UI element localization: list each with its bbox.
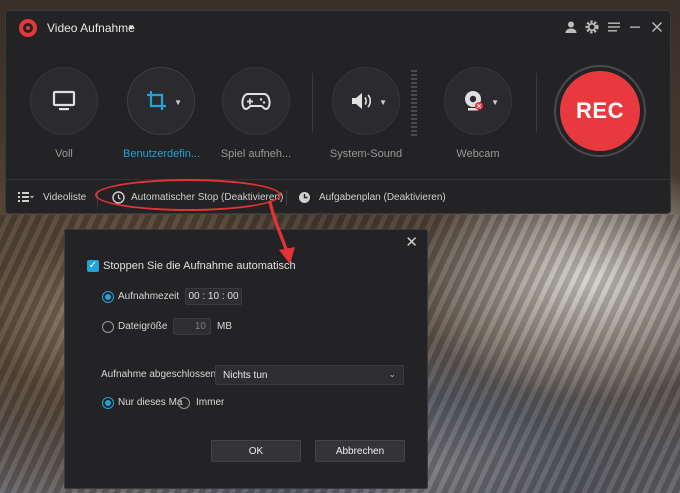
- finished-select[interactable]: Nichts tun ⌄: [215, 365, 404, 385]
- webcam-button[interactable]: ▼: [444, 67, 512, 135]
- menu-icon[interactable]: [606, 19, 622, 35]
- system-sound-label: System-Sound: [329, 148, 403, 160]
- webcam-label: Webcam: [456, 148, 500, 160]
- mode-custom-button[interactable]: ▼: [127, 67, 195, 135]
- mode-full[interactable]: Voll: [28, 67, 100, 160]
- auto-stop-checkbox[interactable]: ✓: [87, 260, 99, 272]
- duration-field[interactable]: 00 : 10 : 00: [185, 288, 242, 305]
- divider: [536, 73, 537, 133]
- once-radio[interactable]: [102, 397, 114, 409]
- filesize-unit: MB: [217, 321, 232, 332]
- chevron-down-icon[interactable]: ▼: [379, 98, 387, 107]
- mode-custom[interactable]: ▼ Benutzerdefin...: [123, 67, 201, 160]
- always-label[interactable]: Immer: [196, 397, 224, 408]
- check-icon: ✓: [88, 260, 98, 271]
- videolist-button[interactable]: Videoliste: [18, 191, 86, 203]
- filesize-radio[interactable]: [102, 321, 114, 333]
- cancel-button[interactable]: Abbrechen: [315, 440, 405, 462]
- mode-webcam[interactable]: ▼ Webcam: [440, 67, 516, 160]
- filesize-label[interactable]: Dateigröße: [118, 321, 167, 332]
- app-logo-icon: [19, 19, 37, 37]
- mode-game-label: Spiel aufneh...: [220, 148, 292, 160]
- mode-custom-label: Benutzerdefin...: [123, 148, 201, 160]
- autostop-dialog: ✕ ✓ Stoppen Sie die Aufnahme automatisch…: [64, 229, 428, 489]
- recorder-window: Video Aufnahme ▾ Voll ▼ Benutzerdefin...…: [5, 10, 671, 214]
- crop-icon: [147, 91, 166, 110]
- mode-system-sound[interactable]: ▼ System-Sound: [328, 67, 404, 160]
- videolist-label: Videoliste: [43, 191, 87, 203]
- duration-label[interactable]: Aufnahmezeit: [118, 291, 179, 302]
- divider: [286, 190, 287, 206]
- schedule-icon: [299, 192, 310, 203]
- monitor-icon: [52, 90, 76, 111]
- titlebar: Video Aufnahme ▾: [6, 11, 670, 45]
- finished-label: Aufnahme abgeschlossen: [101, 369, 217, 380]
- app-title[interactable]: Video Aufnahme: [47, 21, 135, 35]
- annotation-ellipse: [95, 179, 281, 211]
- webcam-icon: [465, 91, 483, 111]
- speaker-icon: [352, 93, 372, 109]
- chevron-down-icon[interactable]: ▼: [491, 98, 499, 107]
- schedule-button[interactable]: Aufgabenplan (Deaktivieren): [298, 191, 446, 204]
- mode-full-label: Voll: [55, 148, 73, 160]
- rec-button[interactable]: REC: [560, 71, 640, 151]
- list-icon: [18, 192, 34, 202]
- minimize-icon[interactable]: [627, 19, 643, 35]
- finished-select-value: Nichts tun: [223, 369, 268, 381]
- mode-full-button[interactable]: [30, 67, 98, 135]
- divider: [312, 73, 313, 133]
- close-icon[interactable]: [649, 19, 665, 35]
- duration-radio[interactable]: [102, 291, 114, 303]
- ok-button[interactable]: OK: [211, 440, 301, 462]
- chevron-down-icon[interactable]: ▼: [174, 98, 182, 107]
- gamepad-icon: [241, 93, 271, 111]
- gear-icon[interactable]: [584, 19, 600, 35]
- account-icon[interactable]: [563, 19, 579, 35]
- title-dropdown-icon[interactable]: ▾: [129, 22, 134, 33]
- auto-stop-label[interactable]: Stoppen Sie die Aufnahme automatisch: [103, 260, 296, 272]
- always-radio[interactable]: [178, 397, 190, 409]
- once-label[interactable]: Nur dieses Ma: [118, 397, 182, 408]
- mode-game-button[interactable]: [222, 67, 290, 135]
- chevron-down-icon: ⌄: [388, 369, 396, 379]
- mode-game[interactable]: Spiel aufneh...: [219, 67, 293, 160]
- system-sound-button[interactable]: ▼: [332, 67, 400, 135]
- volume-meter: [411, 70, 417, 136]
- filesize-field[interactable]: 10: [173, 318, 211, 335]
- rec-ring: REC: [554, 65, 646, 157]
- dialog-close-icon[interactable]: ✕: [405, 235, 418, 250]
- schedule-label: Aufgabenplan (Deaktivieren): [319, 192, 446, 203]
